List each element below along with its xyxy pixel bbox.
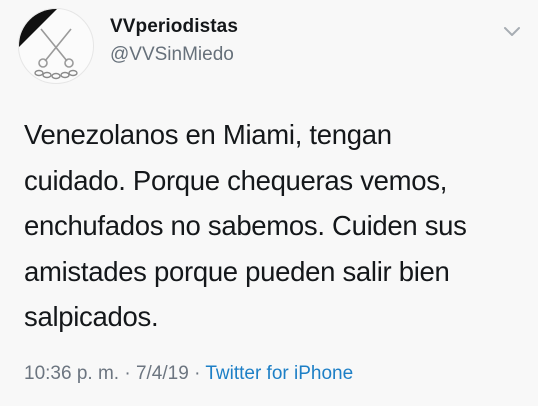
- tweet-metadata: 10:36 p. m. · 7/4/19 · Twitter for iPhon…: [24, 363, 353, 385]
- user-handle[interactable]: @VVSinMiedo: [110, 44, 234, 66]
- meta-separator: ·: [194, 363, 201, 384]
- avatar-logo-icon: [19, 9, 78, 80]
- tweet-text: Venezolanos en Miami, tengan cuidado. Po…: [24, 112, 524, 340]
- meta-separator: ·: [124, 363, 131, 384]
- display-name[interactable]: VVperiodistas: [110, 16, 238, 38]
- tweet-source-link[interactable]: Twitter for iPhone: [205, 363, 353, 384]
- chevron-down-icon[interactable]: [503, 26, 521, 38]
- profile-avatar[interactable]: [18, 8, 94, 84]
- tweet-text-line: Venezolanos en Miami, tengan: [24, 119, 392, 150]
- tweet-text-line: amistades porque pueden salir bien: [24, 255, 450, 287]
- tweet-time[interactable]: 10:36 p. m.: [24, 363, 119, 384]
- tweet-card: VVperiodistas @VVSinMiedo Venezolanos en…: [0, 0, 538, 406]
- tweet-text-line: salpicados.: [24, 301, 159, 332]
- tweet-date[interactable]: 7/4/19: [136, 363, 189, 384]
- tweet-text-line: cuidado. Porque chequeras vemos,: [24, 164, 448, 196]
- tweet-text-line: enchufados no sabemos. Cuiden sus: [24, 210, 467, 241]
